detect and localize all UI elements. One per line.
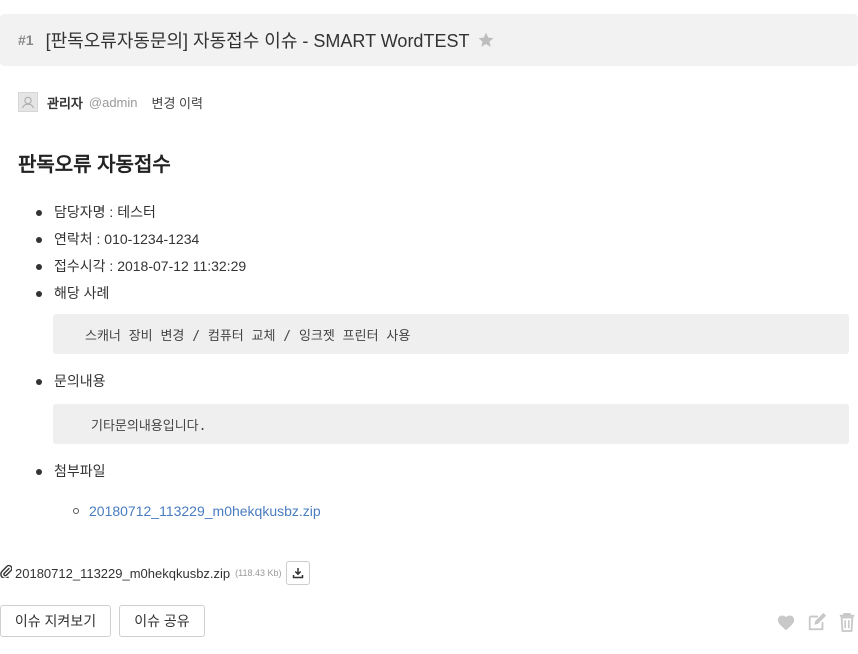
- edit-icon[interactable]: [806, 612, 828, 632]
- case-text: 스캐너 장비 변경 / 컴퓨터 교체 / 잉크젯 프린터 사용: [85, 328, 411, 344]
- share-issue-button[interactable]: 이슈 공유: [119, 605, 205, 637]
- avatar: [18, 92, 38, 112]
- list-item-text: 문의내용: [54, 373, 106, 389]
- bullet: [36, 210, 42, 216]
- bullet: [36, 237, 42, 243]
- content-title: 판독오류 자동접수: [18, 154, 171, 176]
- list-item-text: 담당자명 : 테스터: [54, 204, 156, 220]
- issue-number: #1: [18, 32, 34, 48]
- author-row: 관리자 @admin 변경 이력: [18, 90, 203, 114]
- issue-title: [판독오류자동문의] 자동접수 이슈 - SMART WordTEST: [45, 31, 470, 51]
- list-item: 첨부파일: [36, 458, 106, 485]
- history-link[interactable]: 변경 이력: [152, 93, 203, 112]
- download-icon: [292, 568, 303, 579]
- bullet: [36, 264, 42, 270]
- download-button[interactable]: [285, 561, 310, 585]
- bullet: [36, 379, 42, 385]
- list-item: 담당자명 : 테스터: [36, 199, 156, 226]
- trash-icon[interactable]: [838, 612, 856, 632]
- user-icon: [22, 96, 34, 109]
- watch-issue-button[interactable]: 이슈 지켜보기: [0, 605, 111, 637]
- heart-icon[interactable]: [776, 613, 796, 631]
- issue-header: #1 [판독오류자동문의] 자동접수 이슈 - SMART WordTEST: [0, 14, 858, 66]
- list-item-text: 접수시각 : 2018-07-12 11:32:29: [54, 258, 247, 274]
- attachment-sublist-item: 20180712_113229_m0hekqkusbz.zip: [73, 500, 321, 522]
- list-item-text: 해당 사례: [54, 285, 110, 301]
- star-icon[interactable]: [477, 31, 495, 49]
- author-name[interactable]: 관리자: [47, 93, 83, 112]
- list-item: 문의내용: [36, 368, 106, 395]
- attachment-link[interactable]: 20180712_113229_m0hekqkusbz.zip: [89, 503, 321, 519]
- author-handle: @admin: [88, 94, 138, 110]
- case-code-block: 스캐너 장비 변경 / 컴퓨터 교체 / 잉크젯 프린터 사용: [53, 314, 849, 354]
- bullet: [36, 291, 42, 297]
- list-item-text: 첨부파일: [54, 463, 106, 479]
- list-item: 해당 사례: [36, 280, 109, 307]
- list-item: 연락처 : 010-1234-1234: [36, 226, 199, 253]
- bullet: [36, 469, 42, 475]
- paperclip-icon: [0, 564, 13, 583]
- attachment-file-size: (118.43 Kb): [235, 568, 282, 578]
- issue-actions: [766, 612, 856, 632]
- circle-bullet: [73, 508, 79, 514]
- inquiry-text: 기타문의내용입니다.: [91, 418, 207, 434]
- list-item-text: 연락처 : 010-1234-1234: [54, 231, 200, 247]
- list-item: 접수시각 : 2018-07-12 11:32:29: [36, 253, 246, 280]
- inquiry-code-block: 기타문의내용입니다.: [53, 404, 849, 444]
- attachment-file-name[interactable]: 20180712_113229_m0hekqkusbz.zip: [15, 566, 230, 581]
- attachment-bar: 20180712_113229_m0hekqkusbz.zip (118.43 …: [0, 560, 310, 586]
